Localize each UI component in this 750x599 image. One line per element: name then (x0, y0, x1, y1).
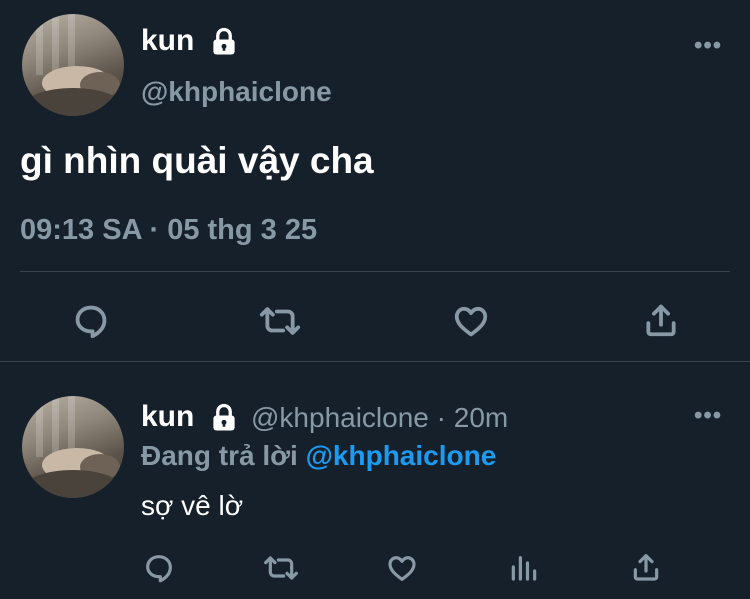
retweet-icon (259, 307, 301, 335)
analytics-button[interactable] (506, 548, 542, 586)
reply-icon (146, 555, 172, 583)
share-icon (646, 304, 676, 337)
tweet-text: gì nhìn quài vậy cha (20, 140, 374, 181)
tweet-text: sợ vê lờ (141, 490, 244, 521)
display-name[interactable]: kun (141, 24, 239, 58)
analytics-icon (511, 556, 537, 581)
retweet-button[interactable] (258, 300, 302, 342)
lock-icon (213, 403, 235, 431)
main-tweet: kun @khphaiclone ••• gì nhìn quài vậy ch… (0, 0, 750, 362)
mention-link[interactable]: @khphaiclone (306, 440, 497, 471)
reply-button[interactable] (141, 550, 177, 586)
share-button[interactable] (628, 548, 664, 586)
lock-icon (213, 27, 235, 55)
reply-tweet[interactable]: kun @khphaiclone · 20m ••• Đang trả lời … (0, 362, 750, 599)
reply-icon (75, 305, 107, 339)
share-icon (633, 554, 659, 581)
like-button[interactable] (450, 300, 492, 342)
more-icon[interactable]: ••• (694, 402, 722, 430)
like-icon (388, 556, 416, 581)
more-icon[interactable]: ••• (694, 32, 722, 60)
avatar[interactable] (22, 14, 124, 116)
handle[interactable]: @khphaiclone (251, 402, 429, 433)
tweet-age[interactable]: 20m (454, 402, 508, 433)
display-name[interactable]: kun (141, 400, 239, 434)
reply-button[interactable] (70, 300, 112, 342)
timestamp[interactable]: 09:13 SA · 05 thg 3 25 (20, 214, 317, 247)
separator: · (436, 402, 446, 433)
divider (20, 271, 730, 272)
like-button[interactable] (384, 550, 420, 586)
retweet-button[interactable] (261, 550, 301, 586)
share-button[interactable] (640, 298, 682, 342)
replying-prefix: Đang trả lời (141, 440, 298, 471)
like-icon (454, 306, 488, 337)
retweet-icon (264, 556, 298, 580)
avatar[interactable] (22, 396, 124, 498)
handle[interactable]: @khphaiclone (141, 76, 332, 108)
replying-to: Đang trả lời @khphaiclone (141, 440, 496, 472)
reply-meta: @khphaiclone · 20m (251, 402, 508, 434)
